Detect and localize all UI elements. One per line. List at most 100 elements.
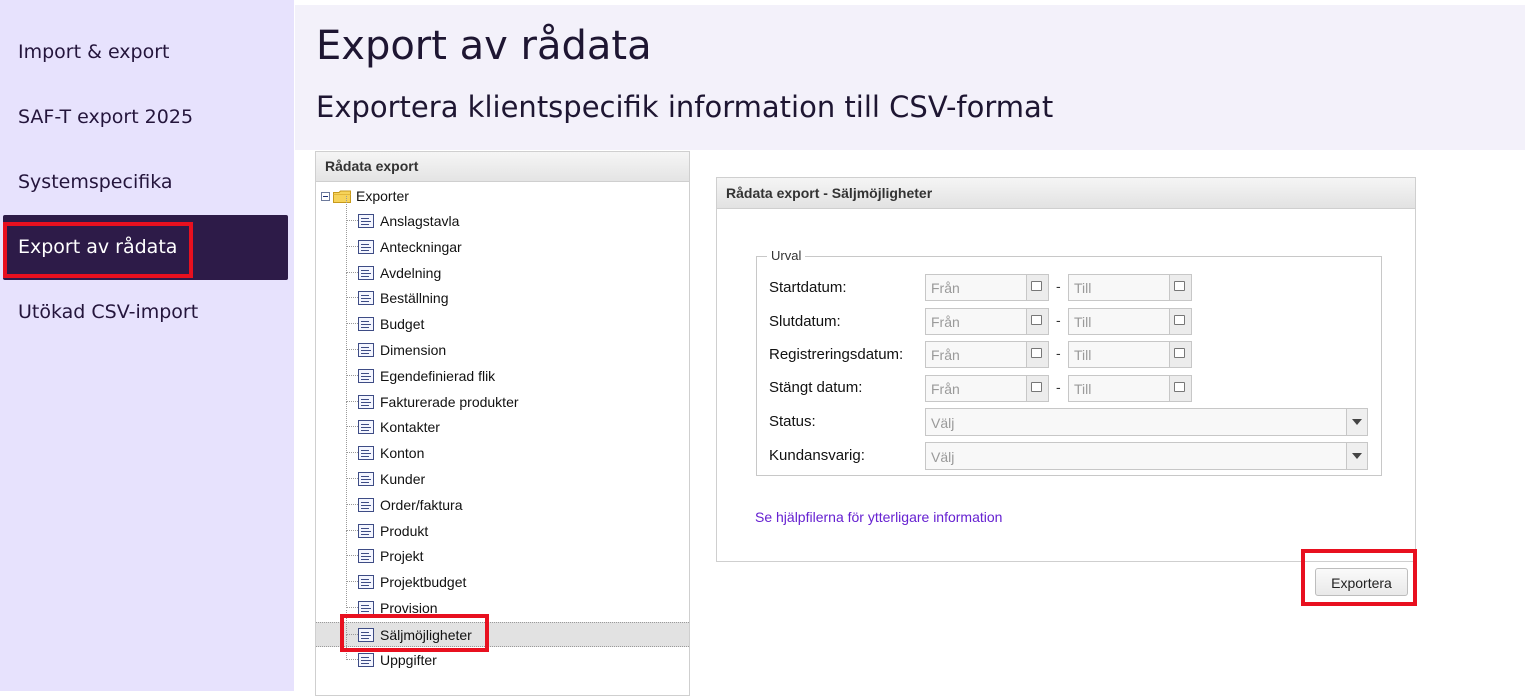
- tree-item-label: Egendefinierad flik: [380, 367, 496, 384]
- tree-item[interactable]: Provision: [316, 583, 689, 621]
- calendar-icon[interactable]: [1169, 309, 1191, 334]
- document-list-icon: [358, 627, 374, 642]
- tree-connector-line: [346, 557, 358, 583]
- tree-connector-line: [346, 273, 358, 299]
- range-separator: -: [1056, 312, 1061, 328]
- tree-item[interactable]: Anslagstavla: [316, 196, 689, 234]
- tree-item[interactable]: Dimension: [316, 325, 689, 363]
- tree-item[interactable]: Kontakter: [316, 402, 689, 440]
- tree-root-exporter[interactable]: Exporter: [321, 187, 409, 205]
- kundansvarig-label: Kundansvarig:: [769, 447, 865, 464]
- tree-connector-line: [346, 479, 358, 505]
- kundansvarig-select[interactable]: Välj: [925, 442, 1368, 470]
- slutdatum-from-input[interactable]: Från: [925, 308, 1049, 335]
- document-list-icon: [358, 497, 374, 512]
- calendar-icon[interactable]: [1169, 376, 1191, 401]
- export-button[interactable]: Exportera: [1315, 568, 1408, 596]
- calendar-icon[interactable]: [1026, 342, 1048, 367]
- document-list-icon: [358, 446, 374, 461]
- tree-item[interactable]: Order/faktura: [316, 479, 689, 518]
- document-list-icon: [358, 368, 374, 383]
- placeholder: Till: [1074, 314, 1092, 330]
- tree-item-label: Fakturerade produkter: [380, 393, 519, 410]
- tree-item[interactable]: Säljmöjligheter: [316, 609, 689, 647]
- tree-item[interactable]: Avdelning: [316, 247, 689, 286]
- nav-item-import-export[interactable]: Import & export: [3, 20, 288, 85]
- chevron-down-icon[interactable]: [1346, 409, 1367, 435]
- tree-connector-line: [346, 247, 358, 273]
- placeholder: Till: [1074, 280, 1092, 296]
- calendar-icon[interactable]: [1026, 376, 1048, 401]
- tree-item[interactable]: Konton: [316, 428, 689, 466]
- tree-connector-line: [346, 221, 358, 247]
- tree-item[interactable]: Kunder: [316, 454, 689, 492]
- urval-fieldset: Urval Startdatum: Från - Till Slutdatum:…: [756, 248, 1382, 476]
- placeholder: Från: [931, 280, 960, 296]
- tree-item[interactable]: Projektbudget: [316, 557, 689, 595]
- tree-item-label: Uppgifter: [380, 651, 437, 668]
- calendar-icon[interactable]: [1169, 342, 1191, 367]
- tree-item[interactable]: Anteckningar: [316, 221, 689, 260]
- tree-item-label: Kunder: [380, 471, 426, 487]
- stangt-datum-from-input[interactable]: Från: [925, 375, 1049, 402]
- registreringsdatum-label: Registreringsdatum:: [769, 346, 904, 363]
- tree-item-label: Projekt: [380, 548, 424, 565]
- tree-panel-title: Rådata export: [316, 152, 689, 182]
- page-subtitle: Exportera klientspecifik information til…: [316, 90, 1054, 124]
- tree-item[interactable]: Uppgifter: [316, 634, 689, 673]
- document-list-icon: [358, 265, 374, 280]
- calendar-icon[interactable]: [1026, 309, 1048, 334]
- document-list-icon: [358, 317, 374, 332]
- page-header: Export av rådata Exportera klientspecifi…: [295, 5, 1525, 150]
- urval-legend: Urval: [767, 248, 806, 263]
- stangt-datum-label: Stängt datum:: [769, 379, 863, 396]
- slutdatum-to-input[interactable]: Till: [1068, 308, 1192, 335]
- tree-connector-line: [346, 634, 358, 660]
- tree-connector-line: [346, 531, 358, 557]
- tree-connector-line: [346, 325, 358, 350]
- tree-item-label: Beställning: [380, 290, 449, 307]
- document-list-icon: [358, 601, 374, 615]
- stangt-datum-to-input[interactable]: Till: [1068, 375, 1192, 402]
- document-list-icon: [358, 472, 374, 486]
- tree-item-label: Produkt: [380, 522, 429, 539]
- document-list-icon: [358, 420, 374, 435]
- registreringsdatum-to-input[interactable]: Till: [1068, 341, 1192, 368]
- tree-connector-line: [346, 350, 358, 376]
- tree-item-label: Kontakter: [380, 419, 440, 436]
- calendar-icon[interactable]: [1026, 275, 1048, 300]
- nav-item-utokad-csv-import[interactable]: Utökad CSV-import: [3, 280, 288, 345]
- startdatum-label: Startdatum:: [769, 279, 847, 296]
- chevron-down-icon[interactable]: [1346, 443, 1367, 469]
- nav-item-export-av-radata[interactable]: Export av rådata: [3, 215, 288, 280]
- tree-item-label: Dimension: [380, 342, 447, 358]
- document-list-icon: [358, 652, 374, 667]
- slutdatum-label: Slutdatum:: [769, 313, 841, 330]
- tree-item[interactable]: Projekt: [316, 531, 689, 569]
- tree-item[interactable]: Produkt: [316, 505, 689, 544]
- tree-item[interactable]: Egendefinierad flik: [316, 350, 689, 389]
- help-link[interactable]: Se hjälpfilerna för ytterligare informat…: [755, 509, 1002, 525]
- calendar-icon[interactable]: [1169, 275, 1191, 300]
- tree-item-label: Konton: [380, 445, 425, 462]
- document-list-icon: [358, 575, 374, 590]
- tree-connector-line: [346, 505, 358, 531]
- status-select[interactable]: Välj: [925, 408, 1368, 436]
- tree-connector-line: [346, 299, 358, 325]
- startdatum-to-input[interactable]: Till: [1068, 274, 1192, 301]
- registreringsdatum-from-input[interactable]: Från: [925, 341, 1049, 368]
- range-separator: -: [1056, 345, 1061, 361]
- tree-root-label: Exporter: [356, 188, 409, 204]
- nav-item-systemspecifika[interactable]: Systemspecifika: [3, 150, 288, 215]
- minus-expander-icon[interactable]: [321, 191, 330, 201]
- tree-item[interactable]: Beställning: [316, 273, 689, 311]
- placeholder: Från: [931, 347, 960, 363]
- placeholder: Till: [1074, 347, 1092, 363]
- nav-item-saf-t-export[interactable]: SAF-T export 2025: [3, 85, 288, 150]
- tree-item-label: Anslagstavla: [380, 213, 460, 229]
- startdatum-from-input[interactable]: Från: [925, 274, 1049, 301]
- tree-item[interactable]: Budget: [316, 299, 689, 337]
- document-list-icon: [358, 523, 374, 538]
- tree-connector-line: [346, 609, 358, 635]
- tree-item[interactable]: Fakturerade produkter: [316, 376, 689, 415]
